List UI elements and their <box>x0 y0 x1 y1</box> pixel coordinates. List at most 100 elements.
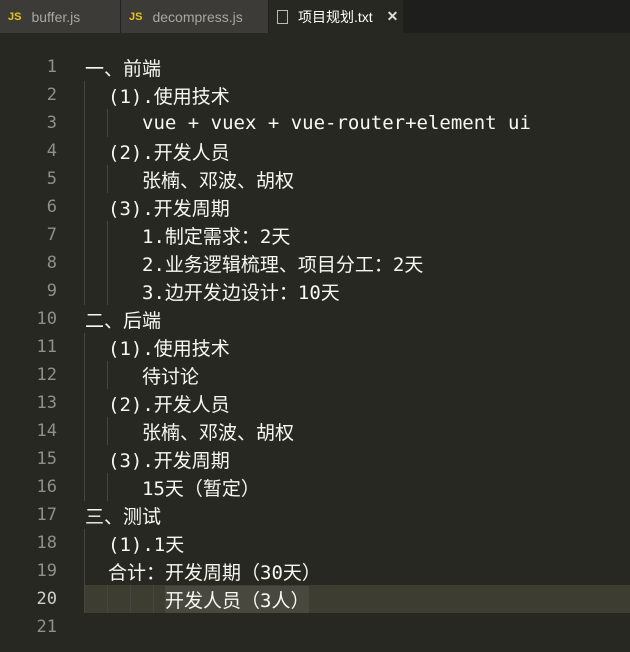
indent-guide <box>153 585 154 613</box>
line-text: 2.业务逻辑梳理、项目分工：2天 <box>142 253 424 276</box>
code-line[interactable]: 14 张楠、邓波、胡权 <box>0 417 630 445</box>
line-text: 一、前端 <box>85 57 162 80</box>
tab-label: decompress.js <box>152 8 243 25</box>
line-text: (3).开发周期 <box>108 197 230 220</box>
file-text-icon <box>277 9 288 24</box>
indent-guide <box>84 193 85 221</box>
code-line[interactable]: 21 <box>0 613 630 641</box>
tab-0[interactable]: JS buffer.js <box>0 0 121 33</box>
line-number: 5 <box>46 169 57 189</box>
code-line[interactable]: 15 (3).开发周期 <box>0 445 630 473</box>
line-number: 6 <box>46 197 57 217</box>
line-text: 15天（暂定） <box>142 477 260 500</box>
line-number: 10 <box>36 309 57 329</box>
code-line[interactable]: 5 张楠、邓波、胡权 <box>0 165 630 193</box>
indent-guide <box>107 585 108 613</box>
code-line[interactable]: 13 (2).开发人员 <box>0 389 630 417</box>
line-text: 三、测试 <box>85 505 162 528</box>
line-number: 21 <box>36 617 57 637</box>
line-text: 待讨论 <box>142 365 200 388</box>
line-number: 9 <box>46 281 57 301</box>
indent-guide <box>107 221 108 249</box>
code-line[interactable]: 17 三、测试 <box>0 501 630 529</box>
line-number: 7 <box>46 225 57 245</box>
indent-guide <box>107 249 108 277</box>
tab-1[interactable]: JS decompress.js <box>121 0 269 33</box>
indent-guide <box>84 249 85 277</box>
code-line[interactable]: 3 vue + vuex + vue-router+element ui <box>0 109 630 137</box>
indent-guide <box>84 221 85 249</box>
line-number: 3 <box>46 113 57 133</box>
indent-guide <box>84 165 85 193</box>
line-text: vue + vuex + vue-router+element ui <box>142 112 531 134</box>
line-text: 二、后端 <box>85 309 162 332</box>
line-text: 合计：开发周期（30天） <box>108 561 321 584</box>
line-text: 1.制定需求：2天 <box>142 225 291 248</box>
indent-guide <box>84 417 85 445</box>
indent-guide <box>107 165 108 193</box>
tab-label: buffer.js <box>31 8 81 25</box>
line-text: (3).开发周期 <box>108 449 230 472</box>
line-number: 17 <box>36 505 57 525</box>
code-line[interactable]: 1 一、前端 <box>0 53 630 81</box>
indent-guide <box>107 361 108 389</box>
indent-guide <box>130 585 131 613</box>
indent-guide <box>107 473 108 501</box>
code-line[interactable]: 6 (3).开发周期 <box>0 193 630 221</box>
line-text: 张楠、邓波、胡权 <box>142 421 295 444</box>
tab-2[interactable]: 项目规划.txt ✕ <box>269 0 404 33</box>
line-number: 13 <box>36 393 57 413</box>
tab-label: 项目规划.txt <box>298 8 373 25</box>
js-icon: JS <box>129 10 143 23</box>
indent-guide <box>84 585 85 613</box>
line-text: (2).开发人员 <box>108 393 230 416</box>
code-line[interactable]: 2 (1).使用技术 <box>0 81 630 109</box>
code-line[interactable]: 12 待讨论 <box>0 361 630 389</box>
tab-bar: JS buffer.js JS decompress.js 项目规划.txt ✕ <box>0 0 630 33</box>
close-tab-icon[interactable]: ✕ <box>387 8 399 25</box>
indent-guide <box>84 445 85 473</box>
code-line[interactable]: 4 (2).开发人员 <box>0 137 630 165</box>
code-line[interactable]: 18 (1).1天 <box>0 529 630 557</box>
line-text: 开发人员（3人） <box>165 585 310 613</box>
line-number: 20 <box>36 589 57 609</box>
code-line[interactable]: 8 2.业务逻辑梳理、项目分工：2天 <box>0 249 630 277</box>
indent-guide <box>84 473 85 501</box>
indent-guide <box>84 389 85 417</box>
line-number: 15 <box>36 449 57 469</box>
line-text: (2).开发人员 <box>108 141 230 164</box>
code-line[interactable]: 11 (1).使用技术 <box>0 333 630 361</box>
editor[interactable]: 1 一、前端 2 (1).使用技术 3 vue + vuex + vue-router+e… <box>0 33 630 641</box>
indent-guide <box>107 109 108 137</box>
indent-guide <box>84 137 85 165</box>
line-number: 1 <box>46 57 57 77</box>
indent-guide <box>84 109 85 137</box>
line-number: 19 <box>36 561 57 581</box>
indent-guide <box>84 361 85 389</box>
indent-guide <box>84 557 85 585</box>
indent-guide <box>84 529 85 557</box>
line-number: 8 <box>46 253 57 273</box>
code-line[interactable]: 16 15天（暂定） <box>0 473 630 501</box>
code-line[interactable]: 9 3.边开发边设计：10天 <box>0 277 630 305</box>
line-text: 3.边开发边设计：10天 <box>142 281 340 304</box>
code-line[interactable]: 7 1.制定需求：2天 <box>0 221 630 249</box>
code-line[interactable]: 10 二、后端 <box>0 305 630 333</box>
indent-guide <box>107 417 108 445</box>
line-number: 11 <box>36 337 57 357</box>
line-number: 2 <box>46 85 57 105</box>
code-line[interactable]: 20 开发人员（3人） <box>0 585 630 613</box>
line-number: 14 <box>36 421 57 441</box>
indent-guide <box>107 277 108 305</box>
code-line[interactable]: 19 合计：开发周期（30天） <box>0 557 630 585</box>
indent-guide <box>84 277 85 305</box>
indent-guide <box>84 333 85 361</box>
line-number: 4 <box>46 141 57 161</box>
indent-guide <box>84 81 85 109</box>
js-icon: JS <box>8 10 22 23</box>
line-text: (1).1天 <box>108 533 185 556</box>
line-number: 16 <box>36 477 57 497</box>
line-text: (1).使用技术 <box>108 337 230 360</box>
line-text: (1).使用技术 <box>108 85 230 108</box>
line-number: 18 <box>36 533 57 553</box>
